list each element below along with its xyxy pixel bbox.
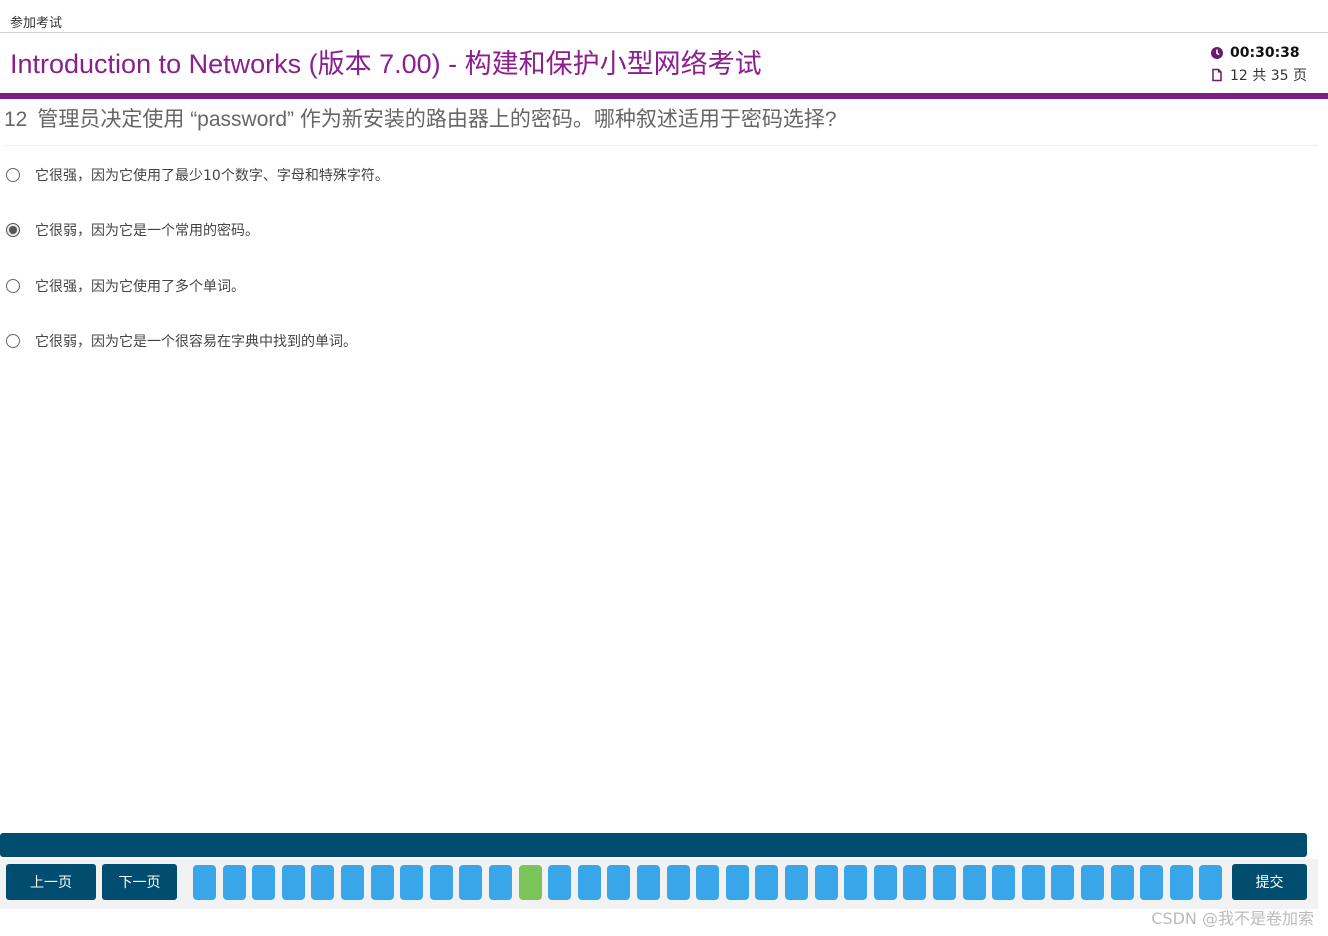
question-box[interactable] <box>726 865 749 900</box>
question-box[interactable] <box>667 865 690 900</box>
page-info: 12 共 35 页 <box>1230 68 1307 84</box>
question-box[interactable] <box>755 865 778 900</box>
timer-row: 00:30:38 <box>1210 42 1320 64</box>
question-box[interactable] <box>430 865 453 900</box>
question-box[interactable] <box>548 865 571 900</box>
submit-button[interactable]: 提交 <box>1232 864 1307 900</box>
option-label: 它很弱，因为它是一个很容易在字典中找到的单词。 <box>35 334 357 350</box>
question-navigator: 上一页 下一页 提交 <box>0 859 1318 909</box>
question-box[interactable] <box>1170 865 1193 900</box>
question-box[interactable] <box>1199 865 1222 900</box>
option-label: 它很强，因为它使用了多个单词。 <box>35 279 245 295</box>
question-body: 管理员决定使用 “password” 作为新安装的路由器上的密码。哪种叙述适用于… <box>37 108 837 131</box>
question-text: 12 管理员决定使用 “password” 作为新安装的路由器上的密码。哪种叙述适… <box>4 103 1318 133</box>
document-icon <box>1210 68 1224 82</box>
answer-option-2[interactable]: 它很弱，因为它是一个常用的密码。 <box>6 220 259 240</box>
watermark: CSDN @我不是卷加索 <box>1151 909 1314 928</box>
question-box[interactable] <box>489 865 512 900</box>
question-box[interactable] <box>371 865 394 900</box>
question-box[interactable] <box>400 865 423 900</box>
question-box[interactable] <box>815 865 838 900</box>
question-box[interactable] <box>282 865 305 900</box>
header-divider <box>0 93 1328 99</box>
question-box[interactable] <box>607 865 630 900</box>
question-box-current[interactable] <box>519 865 542 900</box>
question-box[interactable] <box>459 865 482 900</box>
next-page-button[interactable]: 下一页 <box>102 864 177 900</box>
question-box[interactable] <box>992 865 1015 900</box>
timer-value: 00:30:38 <box>1230 45 1300 61</box>
question-box[interactable] <box>637 865 660 900</box>
exam-title: Introduction to Networks (版本 7.00) - 构建和… <box>10 49 762 79</box>
question-box[interactable] <box>252 865 275 900</box>
question-box[interactable] <box>696 865 719 900</box>
option-label: 它很弱，因为它是一个常用的密码。 <box>35 223 259 239</box>
radio-button-selected[interactable] <box>6 223 20 237</box>
question-divider <box>4 145 1318 146</box>
top-bar: 参加考试 <box>0 0 1328 33</box>
page-info-row: 12 共 35 页 <box>1210 64 1320 86</box>
question-box[interactable] <box>1140 865 1163 900</box>
question-box[interactable] <box>1081 865 1104 900</box>
question-box[interactable] <box>578 865 601 900</box>
radio-button[interactable] <box>6 334 20 348</box>
question-box[interactable] <box>311 865 334 900</box>
question-box[interactable] <box>903 865 926 900</box>
question-box[interactable] <box>1111 865 1134 900</box>
exam-header: Introduction to Networks (版本 7.00) - 构建和… <box>0 34 1328 94</box>
question-box[interactable] <box>844 865 867 900</box>
question-number: 12 <box>4 108 28 131</box>
question-box[interactable] <box>1022 865 1045 900</box>
radio-button[interactable] <box>6 279 20 293</box>
question-box[interactable] <box>223 865 246 900</box>
answer-option-4[interactable]: 它很弱，因为它是一个很容易在字典中找到的单词。 <box>6 331 357 351</box>
question-box[interactable] <box>874 865 897 900</box>
clock-icon <box>1210 46 1224 60</box>
navigation-bar <box>0 833 1307 857</box>
question-box[interactable] <box>1051 865 1074 900</box>
question-box[interactable] <box>785 865 808 900</box>
question-box[interactable] <box>341 865 364 900</box>
breadcrumb: 参加考试 <box>10 16 63 31</box>
exam-meta: 00:30:38 12 共 35 页 <box>1210 42 1320 86</box>
answer-option-1[interactable]: 它很强，因为它使用了最少10个数字、字母和特殊字符。 <box>6 165 389 185</box>
radio-button[interactable] <box>6 168 20 182</box>
answer-option-3[interactable]: 它很强，因为它使用了多个单词。 <box>6 276 245 296</box>
previous-page-button[interactable]: 上一页 <box>6 864 96 900</box>
question-box[interactable] <box>963 865 986 900</box>
question-box[interactable] <box>933 865 956 900</box>
question-box[interactable] <box>193 865 216 900</box>
option-label: 它很强，因为它使用了最少10个数字、字母和特殊字符。 <box>35 168 389 184</box>
